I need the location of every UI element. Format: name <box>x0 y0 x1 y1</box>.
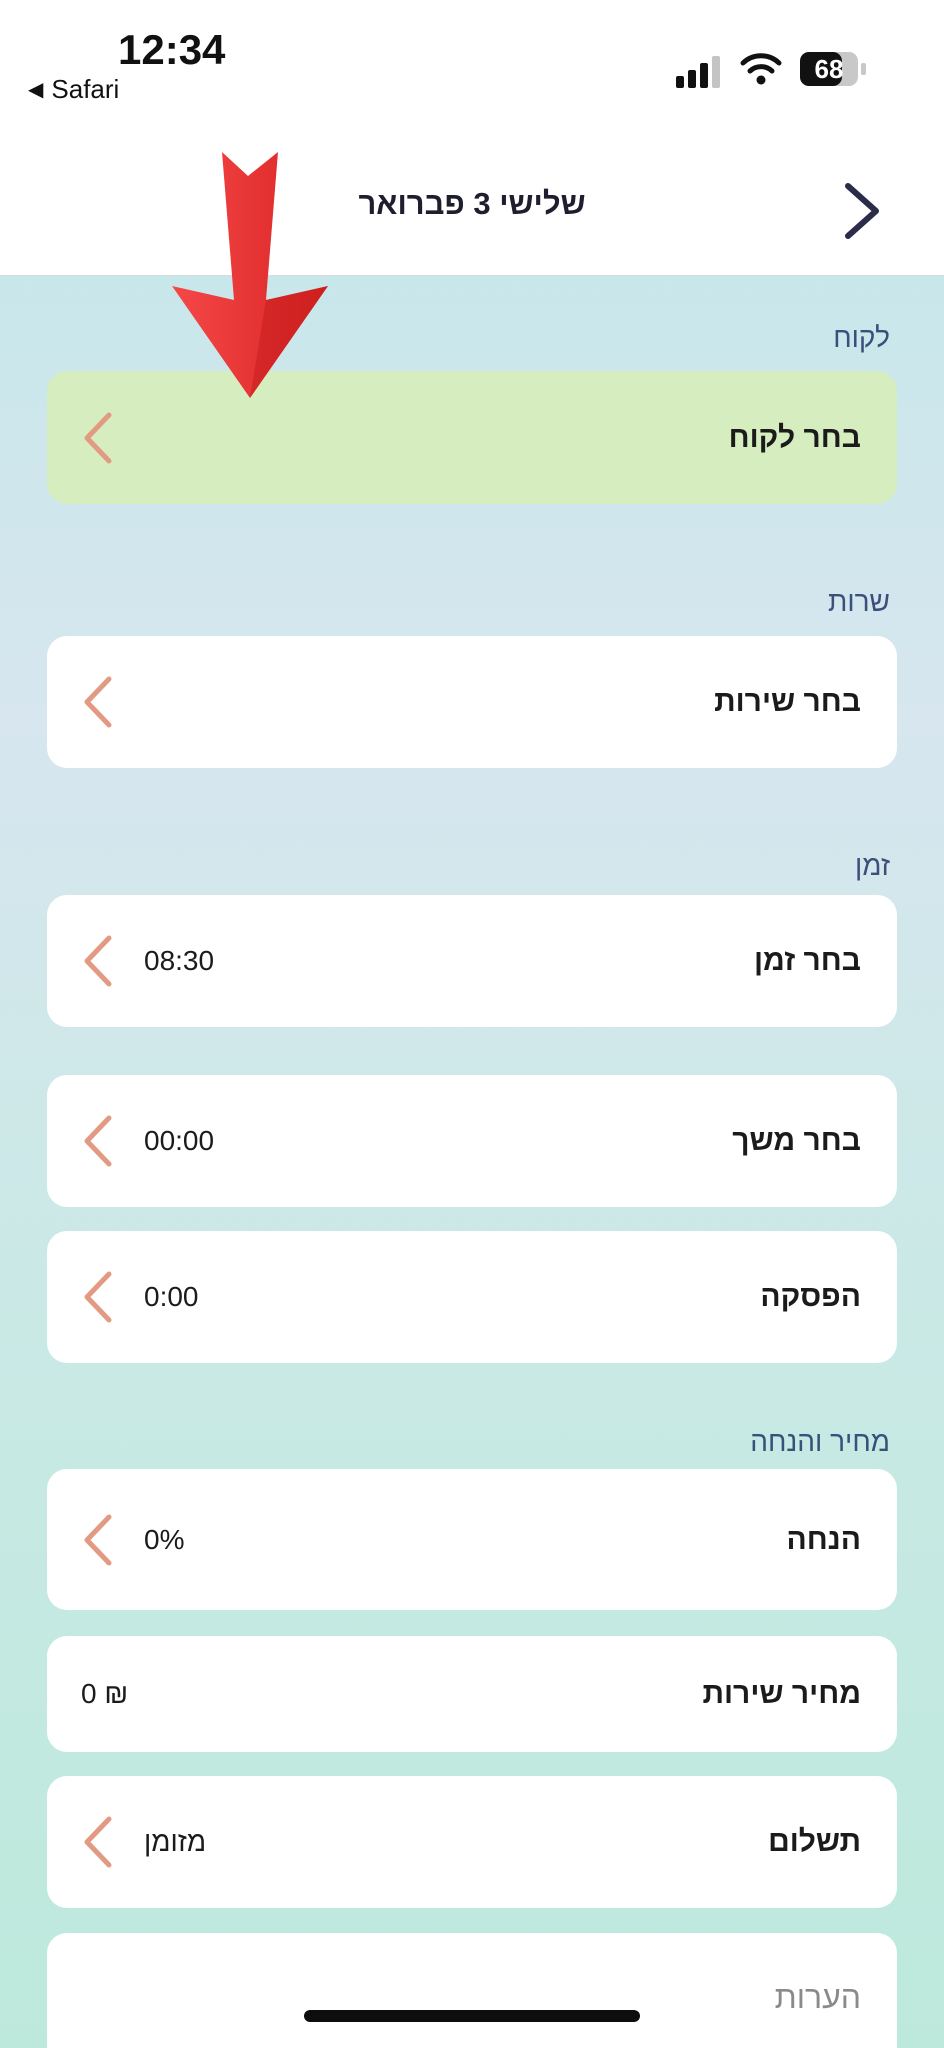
choose-duration-label: בחר משך <box>732 1124 861 1157</box>
wifi-icon <box>740 53 782 85</box>
payment-row[interactable]: תשלום מזומן <box>47 1776 897 1908</box>
choose-client-label: בחר לקוח <box>728 420 861 454</box>
back-to-safari[interactable]: ◀ Safari <box>28 74 119 105</box>
section-label-time: זמן <box>855 850 890 881</box>
duration-value: 00:00 <box>144 1125 215 1156</box>
choose-time-row[interactable]: בחר זמן 08:30 <box>47 895 897 1027</box>
discount-row[interactable]: הנחה 0% <box>47 1469 897 1610</box>
discount-label: הנחה <box>786 1522 862 1556</box>
section-label-client: לקוח <box>833 322 890 353</box>
chevron-left-icon <box>84 1271 112 1323</box>
chevron-left-icon <box>84 1115 112 1167</box>
service-price-label: מחיר שירות <box>702 1677 861 1710</box>
service-price-row: מחיר שירות 0 ₪ <box>47 1636 897 1752</box>
chevron-left-icon <box>84 412 112 463</box>
payment-label: תשלום <box>768 1825 861 1858</box>
time-value: 08:30 <box>144 945 215 976</box>
break-label: הפסקה <box>760 1280 861 1313</box>
choose-duration-row[interactable]: בחר משך 00:00 <box>47 1075 897 1207</box>
chevron-left-icon <box>84 935 112 987</box>
notes-field[interactable]: הערות <box>47 1933 897 2048</box>
choose-time-label: בחר זמן <box>753 944 861 977</box>
chevron-left-icon <box>84 1514 112 1565</box>
chevron-left-icon <box>84 676 112 728</box>
status-time: 12:34 <box>118 26 226 73</box>
back-triangle-icon: ◀ <box>28 79 44 101</box>
chevron-left-icon <box>84 1816 112 1868</box>
cellular-signal-icon <box>676 56 720 88</box>
section-label-price: מחיר והנחה <box>750 1426 890 1457</box>
back-app-label: Safari <box>51 74 120 104</box>
choose-service-row[interactable]: בחר שירות <box>47 636 897 768</box>
choose-service-label: בחר שירות <box>714 685 861 718</box>
chevron-right-icon[interactable] <box>840 180 886 242</box>
notes-placeholder: הערות <box>774 1979 861 2015</box>
top-bar: 12:34 ◀ Safari 68 שלישי 3 פברואר <box>0 0 944 276</box>
section-label-service: שרות <box>827 586 890 617</box>
break-row[interactable]: הפסקה 0:00 <box>47 1231 897 1363</box>
home-indicator <box>304 2010 640 2022</box>
break-value: 0:00 <box>144 1281 199 1312</box>
battery-level: 68 <box>814 53 844 84</box>
service-price-value: 0 ₪ <box>81 1678 129 1709</box>
payment-value: מזומן <box>144 1826 207 1857</box>
discount-value: 0% <box>144 1523 185 1555</box>
red-arrow-down-icon <box>172 152 328 398</box>
